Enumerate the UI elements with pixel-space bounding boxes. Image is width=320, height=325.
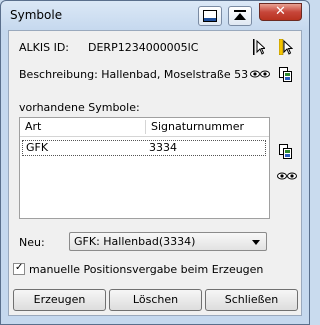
beschreibung-text: Beschreibung: Hallenbad, Moselstraße 53 [19,68,249,81]
close-button[interactable]: ✕ [259,3,302,21]
erzeugen-button[interactable]: Erzeugen [13,289,106,311]
cell-art: GFK [26,141,49,154]
schliessen-button[interactable]: Schließen [205,289,298,311]
chevron-down-icon[interactable] [252,240,260,245]
pointer-highlight-icon[interactable] [279,39,293,55]
close-icon: ✕ [275,4,286,19]
collapse-up-icon [234,10,246,20]
vorhandene-symbole-label: vorhandene Symbole: [19,101,140,114]
alkis-id-label: ALKIS ID: [19,41,70,54]
neu-selected-value: GFK: Hallenbad(3334) [74,235,196,248]
column-header-art[interactable]: Art [20,118,145,136]
neu-symbol-select[interactable]: GFK: Hallenbad(3334) [69,232,267,251]
neu-label: Neu: [19,236,45,249]
manual-position-label[interactable]: manuelle Positionsvergabe beim Erzeugen [29,263,263,276]
pointer-cursor-icon[interactable] [253,39,265,55]
dialog-content: ALKIS ID: DERP1234000005lC Beschreibung:… [8,30,302,316]
cell-signaturnummer: 3334 [149,141,177,154]
view-eyes-icon[interactable] [250,68,270,80]
collapse-up-button[interactable] [228,6,252,26]
minimize-to-bar-icon [203,10,217,22]
loeschen-button[interactable]: Löschen [109,289,202,311]
symbols-list[interactable]: Art Signaturnummer GFK 3334 [19,117,270,219]
symbole-dialog: Symbole ✕ ALKIS ID: DERP1234000005lC Bes… [0,0,310,325]
copy-symbol-icon[interactable] [279,144,293,160]
list-header: Art Signaturnummer [20,118,269,137]
check-icon: ✓ [15,262,24,273]
window-title: Symbole [10,8,63,22]
alkis-id-value: DERP1234000005lC [88,41,199,54]
column-header-signaturnummer[interactable]: Signaturnummer [146,118,269,136]
manual-position-checkbox[interactable]: ✓ [13,262,25,275]
table-row[interactable]: GFK 3334 [22,140,266,156]
copy-symbol-icon[interactable] [279,67,293,83]
minimize-to-bar-button[interactable] [198,6,222,26]
view-eyes-icon[interactable] [277,170,297,182]
